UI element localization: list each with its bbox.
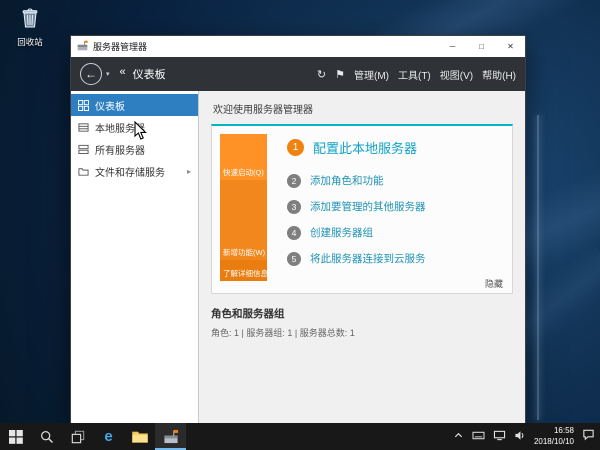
window-body: 仪表板 本地服务器 所有服务器 文件和存储服务 ▸ 欢迎使用服务器管理器 快速启… <box>71 91 525 423</box>
whats-new-label: 新增功能(W) <box>223 248 266 257</box>
roles-summary: 角色: 1 | 服务器组: 1 | 服务器总数: 1 <box>211 328 355 338</box>
step-link[interactable]: 添加角色和功能 <box>310 173 384 188</box>
welcome-steps: 1 配置此本地服务器 2 添加角色和功能 3 添加要管理的其他服务器 4 创建服… <box>267 134 504 287</box>
search-button[interactable] <box>31 423 62 450</box>
action-center-icon[interactable] <box>582 428 595 446</box>
learn-more-block[interactable]: 了解详细信息(L) <box>220 260 277 281</box>
task-view-icon <box>71 430 84 443</box>
navbar-right: ↻ ⚑ 管理(M) 工具(T) 视图(V) 帮助(H) <box>317 67 516 82</box>
step-number-badge: 4 <box>287 225 301 240</box>
server-icon <box>78 122 89 133</box>
learn-more-label: 了解详细信息(L) <box>223 269 278 278</box>
step-configure-local-server[interactable]: 1 配置此本地服务器 <box>287 138 504 157</box>
taskbar: e 16:58 2018/10/10 <box>0 423 600 450</box>
window-icon <box>77 38 88 56</box>
dashboard-pane: 欢迎使用服务器管理器 快速启动(Q) 新增功能(W) 了解详细信息(L) 1 配… <box>199 91 525 423</box>
step-number-badge: 2 <box>287 173 301 188</box>
step-link[interactable]: 创建服务器组 <box>310 225 373 240</box>
server-manager-icon <box>163 429 178 444</box>
sidebar-item-file-storage-services[interactable]: 文件和存储服务 ▸ <box>71 160 198 182</box>
expand-chevron-icon[interactable]: ▸ <box>187 167 191 176</box>
breadcrumb: « 仪表板 <box>120 66 166 82</box>
sidebar-item-all-servers[interactable]: 所有服务器 <box>71 138 198 160</box>
windows-logo-icon <box>8 429 23 444</box>
menu-view[interactable]: 视图(V) <box>440 67 473 82</box>
desktop[interactable]: 回收站 服务器管理器 ─ □ ✕ ← ▾ « 仪表板 ↻ ⚑ 管理(M) 工具(… <box>0 0 600 450</box>
notifications-flag-icon[interactable]: ⚑ <box>335 68 345 81</box>
welcome-heading: 欢迎使用服务器管理器 <box>213 105 313 116</box>
step-link[interactable]: 配置此本地服务器 <box>313 138 417 157</box>
sidebar-item-label: 本地服务器 <box>95 123 145 135</box>
step-link[interactable]: 添加要管理的其他服务器 <box>310 199 426 214</box>
touch-keyboard-icon[interactable] <box>472 428 485 446</box>
breadcrumb-current[interactable]: 仪表板 <box>133 66 166 82</box>
step-create-server-group[interactable]: 4 创建服务器组 <box>287 225 504 240</box>
clock-time: 16:58 <box>553 426 574 436</box>
menu-tools[interactable]: 工具(T) <box>398 67 431 82</box>
edge-icon: e <box>104 428 113 445</box>
step-connect-cloud-services[interactable]: 5 将此服务器连接到云服务 <box>287 251 504 266</box>
server-manager-window: 服务器管理器 ─ □ ✕ ← ▾ « 仪表板 ↻ ⚑ 管理(M) 工具(T) 视… <box>70 35 526 424</box>
recycle-bin-label: 回收站 <box>17 37 43 47</box>
sidebar-item-local-server[interactable]: 本地服务器 <box>71 116 198 138</box>
recycle-bin[interactable]: 回收站 <box>8 6 52 48</box>
history-dropdown-icon[interactable]: ▾ <box>106 70 110 78</box>
close-button[interactable]: ✕ <box>496 36 525 57</box>
welcome-tile: 快速启动(Q) 新增功能(W) 了解详细信息(L) 1 配置此本地服务器 2 添… <box>211 124 513 294</box>
network-icon[interactable] <box>493 428 506 446</box>
file-storage-icon <box>78 166 89 177</box>
sidebar-item-label: 文件和存储服务 <box>95 167 165 179</box>
server-manager-taskbar-button[interactable] <box>155 423 186 450</box>
volume-icon[interactable] <box>514 428 526 446</box>
taskbar-clock[interactable]: 16:58 2018/10/10 <box>534 426 574 447</box>
clock-date: 2018/10/10 <box>533 436 574 446</box>
step-number-badge: 3 <box>287 199 301 214</box>
tray-chevron-up-icon[interactable] <box>453 428 464 446</box>
window-title: 服务器管理器 <box>93 42 148 52</box>
hide-welcome-link[interactable]: 隐藏 <box>485 277 503 290</box>
file-explorer-button[interactable] <box>124 423 155 450</box>
navigation-bar: ← ▾ « 仪表板 ↻ ⚑ 管理(M) 工具(T) 视图(V) 帮助(H) <box>71 57 525 91</box>
sidebar-item-dashboard[interactable]: 仪表板 <box>71 94 198 116</box>
welcome-strip: 快速启动(Q) 新增功能(W) 了解详细信息(L) <box>220 134 277 287</box>
edge-browser-button[interactable]: e <box>93 423 124 450</box>
sidebar: 仪表板 本地服务器 所有服务器 文件和存储服务 ▸ <box>71 91 199 423</box>
step-number-badge: 5 <box>287 251 301 266</box>
breadcrumb-collapse-icon[interactable]: « <box>120 66 126 82</box>
quick-start-label: 快速启动(Q) <box>223 168 264 177</box>
dashboard-icon <box>78 99 89 111</box>
menu-help[interactable]: 帮助(H) <box>482 67 516 82</box>
wallpaper-light-line <box>537 115 539 420</box>
servers-icon <box>78 144 89 155</box>
whats-new-block[interactable]: 新增功能(W) <box>220 180 267 260</box>
quick-start-block[interactable]: 快速启动(Q) <box>220 134 267 180</box>
maximize-button[interactable]: □ <box>467 36 496 57</box>
task-view-button[interactable] <box>62 423 93 450</box>
step-number-badge: 1 <box>287 139 304 156</box>
titlebar[interactable]: 服务器管理器 ─ □ ✕ <box>71 36 525 57</box>
menu-manage[interactable]: 管理(M) <box>354 67 389 82</box>
step-add-roles-features[interactable]: 2 添加角色和功能 <box>287 173 504 188</box>
refresh-icon[interactable]: ↻ <box>317 68 326 81</box>
roles-server-groups-heading: 角色和服务器组 <box>211 308 285 320</box>
search-icon <box>40 430 53 443</box>
step-link[interactable]: 将此服务器连接到云服务 <box>310 251 426 266</box>
sidebar-item-label: 所有服务器 <box>95 145 145 157</box>
sidebar-item-label: 仪表板 <box>95 101 125 113</box>
minimize-button[interactable]: ─ <box>438 36 467 57</box>
back-button[interactable]: ← <box>80 63 102 85</box>
start-button[interactable] <box>0 423 31 450</box>
step-add-other-servers[interactable]: 3 添加要管理的其他服务器 <box>287 199 504 214</box>
recycle-bin-icon <box>18 8 42 34</box>
folder-icon <box>131 431 148 443</box>
system-tray: 16:58 2018/10/10 <box>453 423 600 450</box>
